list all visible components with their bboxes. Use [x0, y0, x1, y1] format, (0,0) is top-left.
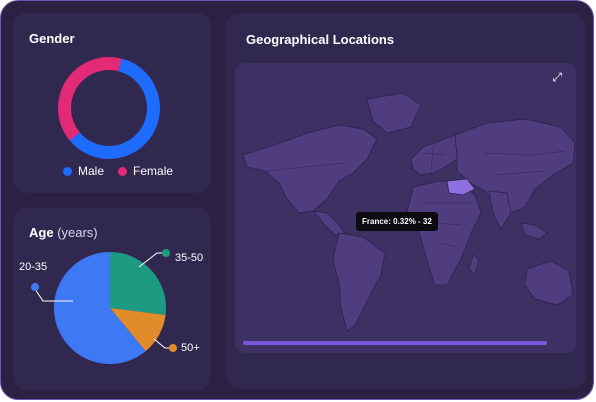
dashboard-frame: Gender Male Female Age (years) 20-35 35-…	[0, 0, 594, 400]
expand-icon[interactable]: ⤢	[552, 71, 562, 83]
legend-label-female: Female	[133, 164, 174, 178]
age-label-35-50: 35-50	[175, 252, 204, 264]
world-map[interactable]: ⤢ France: 0.32% - 32	[235, 63, 576, 353]
age-marker-20-35	[31, 283, 39, 291]
map-progress-bar	[243, 341, 547, 345]
age-marker-35-50	[162, 249, 170, 257]
geo-title: Geographical Locations	[246, 32, 395, 47]
south-america-shape	[332, 232, 386, 332]
geo-card: Geographical Locations ⤢ France: 0.32% -…	[226, 13, 586, 389]
gender-card: Gender Male Female	[13, 13, 211, 193]
legend-item-male[interactable]: Male	[63, 164, 104, 178]
se-asia-shape	[520, 222, 548, 240]
central-america-shape	[312, 210, 346, 236]
male-dot-icon	[63, 166, 72, 176]
legend-label-male: Male	[78, 164, 105, 178]
world-map-svg	[242, 92, 576, 332]
age-label-20-35: 20-35	[19, 261, 48, 273]
age-card: Age (years) 20-35 35-50 50+	[13, 208, 211, 390]
india-shape	[488, 190, 512, 230]
legend-item-female[interactable]: Female	[118, 164, 173, 178]
greenland-shape	[366, 92, 422, 134]
age-marker-50plus	[169, 344, 177, 352]
slice-35-50[interactable]	[110, 252, 166, 316]
slice-female[interactable]	[57, 56, 122, 141]
madagascar-shape	[468, 254, 480, 276]
age-pie-chart	[31, 249, 177, 364]
age-label-50plus: 50+	[181, 342, 200, 354]
australia-shape	[524, 260, 574, 306]
north-america-shape	[242, 124, 378, 214]
map-tooltip: France: 0.32% - 32	[356, 212, 438, 231]
female-dot-icon	[118, 166, 128, 176]
gender-legend: Male Female	[63, 164, 173, 178]
